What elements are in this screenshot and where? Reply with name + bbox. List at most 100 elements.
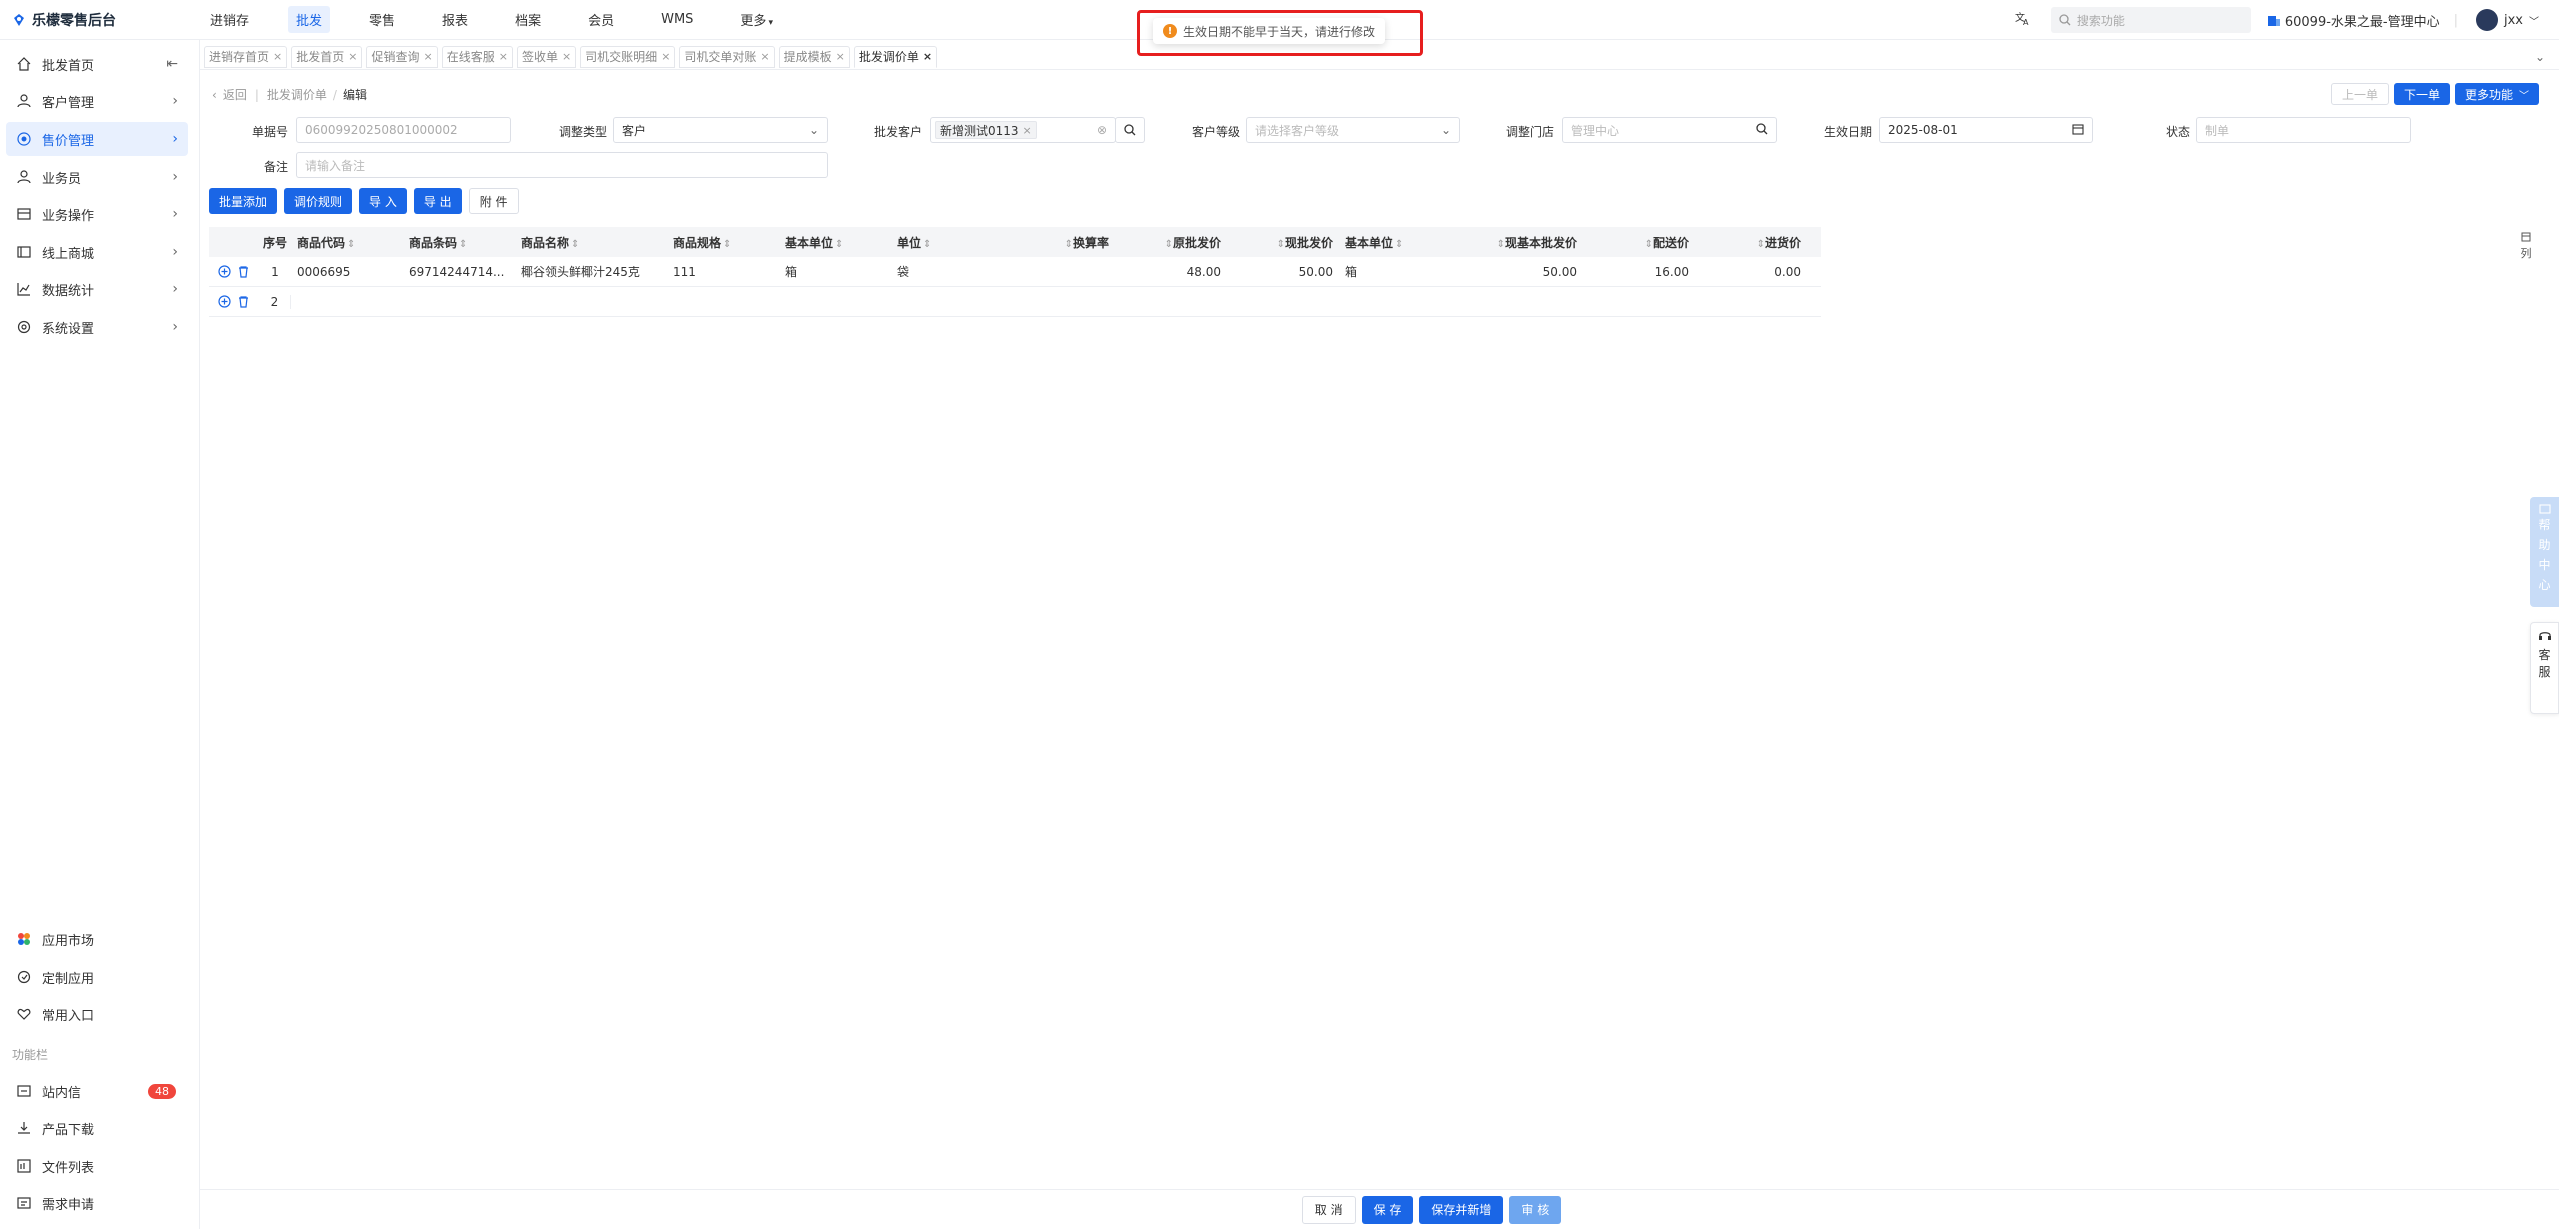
sort-icon[interactable]: ⇕ (1757, 239, 1765, 250)
cell-new-base-price[interactable]: 50.00 (1451, 265, 1583, 279)
translate-icon[interactable]: 文A (2015, 10, 2031, 30)
cell-name[interactable]: 椰谷领头鲜椰汁245克 (515, 263, 667, 280)
sort-icon[interactable]: ⇕ (1165, 239, 1173, 250)
help-center-button[interactable]: 帮 助 中 心 (2530, 497, 2559, 607)
org-switcher[interactable]: 60099-水果之最-管理中心 | (2267, 11, 2458, 30)
sidebar-item-files[interactable]: 文件列表 (6, 1149, 188, 1183)
sidebar-item-requests[interactable]: 需求申请 (6, 1186, 188, 1220)
customer-select[interactable]: 新增测试0113 × ⊗ (930, 117, 1116, 143)
level-select[interactable]: 请选择客户等级 ⌄ (1246, 117, 1460, 143)
cell-base-unit2[interactable]: 箱 (1339, 263, 1451, 280)
sidebar-item-settings[interactable]: 系统设置 › (6, 310, 188, 344)
tabs-dropdown-icon[interactable]: ⌄ (2535, 50, 2545, 64)
sort-icon[interactable]: ⇕ (347, 239, 355, 250)
cell-spec[interactable]: 111 (667, 265, 779, 279)
next-button[interactable]: 下一单 (2393, 83, 2450, 105)
attachment-button[interactable]: 附 件 (468, 188, 519, 214)
back-link[interactable]: 返回 (223, 86, 247, 103)
col-base-unit[interactable]: 基本单位 ⇕ (779, 234, 891, 251)
col-dist-price[interactable]: ⇕配送价 (1583, 234, 1695, 251)
date-picker[interactable]: 2025-08-01 (1879, 117, 2093, 143)
cell-new-price[interactable]: 50.00 (1227, 265, 1339, 279)
close-icon[interactable]: × (348, 50, 357, 63)
add-row-icon[interactable] (218, 295, 231, 308)
nav-archive[interactable]: 档案 (507, 6, 549, 33)
store-select[interactable]: 管理中心 (1562, 117, 1777, 143)
nav-retail[interactable]: 零售 (361, 6, 403, 33)
nav-wholesale[interactable]: 批发 (288, 6, 331, 33)
search-input[interactable]: 搜索功能 (2050, 7, 2251, 33)
close-icon[interactable]: × (499, 50, 508, 63)
nav-more[interactable]: 更多 ▾ (732, 6, 781, 33)
tab-promo-query[interactable]: 促销查询 × (366, 45, 438, 68)
sidebar-item-salesman[interactable]: 业务员 › (6, 160, 188, 194)
col-purchase-price[interactable]: ⇕进货价 (1695, 234, 1807, 251)
col-barcode[interactable]: 商品条码 ⇕ (403, 234, 515, 251)
sidebar-item-custom-app[interactable]: 定制应用 (6, 960, 188, 994)
sidebar-item-customers[interactable]: 客户管理 › (6, 84, 188, 118)
prev-button[interactable]: 上一单 (2330, 83, 2389, 105)
cell-unit[interactable]: 袋 (891, 263, 1003, 280)
close-icon[interactable]: × (661, 50, 670, 63)
sidebar-item-online-shop[interactable]: 线上商城 › (6, 235, 188, 269)
cell-orig-price[interactable]: 48.00 (1115, 265, 1227, 279)
sidebar-item-price[interactable]: 售价管理 › (6, 122, 188, 156)
customer-search-button[interactable] (1115, 117, 1145, 143)
sidebar-item-messages[interactable]: 站内信 48 (6, 1074, 188, 1108)
col-rate[interactable]: ⇕换算率 (1003, 234, 1115, 251)
audit-button[interactable]: 审 核 (1509, 1195, 1562, 1224)
import-button[interactable]: 导 入 (359, 188, 407, 214)
sidebar-item-statistics[interactable]: 数据统计 › (6, 272, 188, 306)
nav-inventory[interactable]: 进销存 (202, 6, 257, 33)
sidebar-item-favorites[interactable]: 常用入口 (6, 997, 188, 1031)
more-functions-button[interactable]: 更多功能 ﹀ (2454, 83, 2539, 105)
tab-price-adjust[interactable]: 批发调价单 × (853, 45, 938, 68)
close-icon[interactable]: × (923, 50, 932, 63)
close-icon[interactable]: × (562, 50, 571, 63)
cancel-button[interactable]: 取 消 (1301, 1195, 1356, 1224)
sort-icon[interactable]: ⇕ (1497, 239, 1505, 250)
nav-reports[interactable]: 报表 (434, 6, 476, 33)
sort-icon[interactable]: ⇕ (1645, 239, 1653, 250)
add-row-icon[interactable] (218, 265, 231, 278)
delete-row-icon[interactable] (237, 265, 250, 278)
save-and-new-button[interactable]: 保存并新增 (1419, 1195, 1504, 1224)
col-base-unit2[interactable]: 基本单位 ⇕ (1339, 234, 1451, 251)
col-orig-price[interactable]: ⇕原批发价 (1115, 234, 1227, 251)
table-row[interactable]: 1 0006695 69714244714... 椰谷领头鲜椰汁245克 111… (209, 257, 1821, 287)
back-icon[interactable]: ‹ (212, 88, 217, 102)
breadcrumb-parent[interactable]: 批发调价单 (267, 86, 327, 103)
sort-icon[interactable]: ⇕ (923, 239, 931, 250)
tag-close-icon[interactable]: × (1023, 124, 1032, 137)
tab-online-service[interactable]: 在线客服 × (441, 45, 513, 68)
sort-icon[interactable]: ⇕ (1277, 239, 1285, 250)
tab-driver-detail[interactable]: 司机交账明细 × (580, 45, 676, 68)
table-row[interactable]: 2 (209, 287, 1821, 317)
cell-code[interactable]: 0006695 (291, 265, 403, 279)
cell-purchase-price[interactable]: 0.00 (1695, 265, 1807, 279)
col-name[interactable]: 商品名称 ⇕ (515, 234, 667, 251)
sort-icon[interactable]: ⇕ (459, 239, 467, 250)
tab-receipt[interactable]: 签收单 × (516, 45, 577, 68)
sort-icon[interactable]: ⇕ (835, 239, 843, 250)
col-new-base-price[interactable]: ⇕现基本批发价 (1451, 234, 1583, 251)
close-icon[interactable]: × (273, 50, 282, 63)
tab-inventory-home[interactable]: 进销存首页 × (204, 45, 288, 68)
remark-input[interactable]: 请输入备注 (296, 152, 828, 178)
col-code[interactable]: 商品代码 ⇕ (291, 234, 403, 251)
user-menu[interactable]: jxx ﹀ (2476, 9, 2539, 31)
col-spec[interactable]: 商品规格 ⇕ (667, 234, 779, 251)
sort-icon[interactable]: ⇕ (1395, 239, 1403, 250)
save-button[interactable]: 保 存 (1361, 1195, 1414, 1224)
cell-dist-price[interactable]: 16.00 (1583, 265, 1695, 279)
sidebar-item-wholesale-home[interactable]: 批发首页 ⇤ (6, 47, 188, 81)
close-icon[interactable]: × (423, 50, 432, 63)
sort-icon[interactable]: ⇕ (571, 239, 579, 250)
sidebar-item-downloads[interactable]: 产品下载 (6, 1111, 188, 1145)
batch-add-button[interactable]: 批量添加 (209, 188, 278, 214)
tab-wholesale-home[interactable]: 批发首页 × (291, 45, 363, 68)
customer-service-button[interactable]: 客 服 (2530, 622, 2559, 714)
col-new-price[interactable]: ⇕现批发价 (1227, 234, 1339, 251)
delete-row-icon[interactable] (237, 295, 250, 308)
column-settings[interactable]: 列 (2518, 232, 2534, 261)
